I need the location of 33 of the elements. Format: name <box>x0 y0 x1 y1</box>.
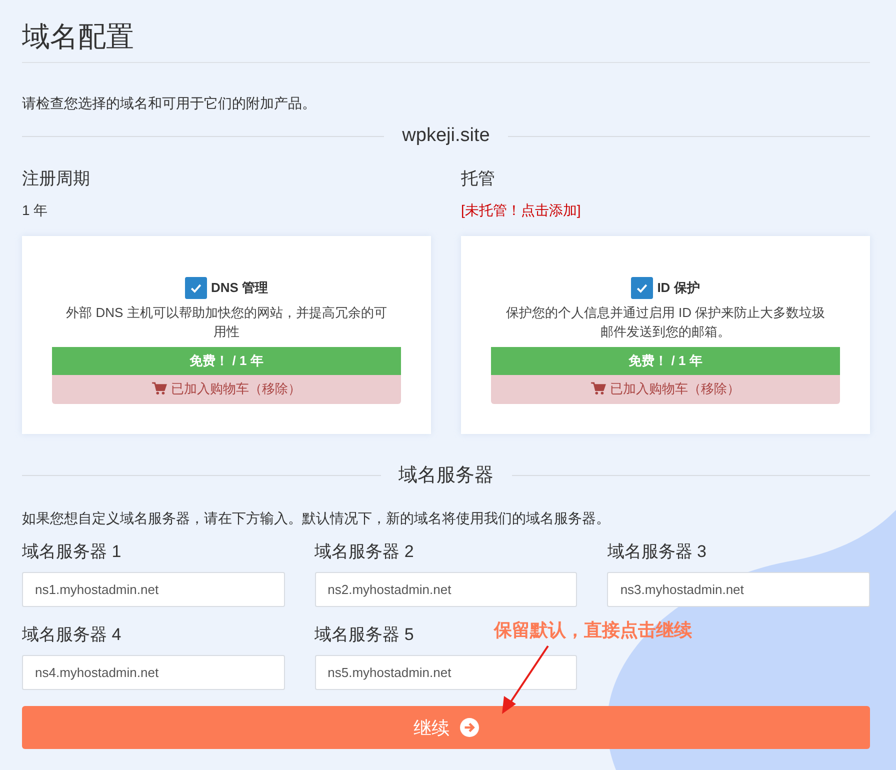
checkbox[interactable] <box>184 276 207 298</box>
price-bar: 免费！ / 1 年 <box>491 346 840 374</box>
registration-value: 1 年 <box>22 202 48 220</box>
remove-from-cart-button[interactable]: 已加入购物车（移除） <box>52 374 401 404</box>
section-heading: 域名服务器 <box>398 464 494 488</box>
domain-name: wpkeji.site <box>402 125 490 147</box>
nameserver-label: 域名服务器 5 <box>314 624 414 646</box>
nameserver-input[interactable]: ns2.myhostadmin.net <box>314 572 578 607</box>
nameserver-description: 如果您想自定义域名服务器，请在下方输入。默认情况下，新的域名将使用我们的域名服务器。 <box>22 510 611 528</box>
page-description: 请检查您选择的域名和可用于它们的附加产品。 <box>22 95 317 113</box>
remove-from-cart-button[interactable]: 已加入购物车（移除） <box>491 374 840 404</box>
price-bar: 免费！ / 1 年 <box>52 346 401 374</box>
nameserver-input[interactable]: ns3.myhostadmin.net <box>607 572 870 607</box>
annotation-text: 保留默认，直接点击继续 <box>494 619 692 642</box>
nameserver-label: 域名服务器 2 <box>314 541 414 563</box>
nameserver-input[interactable]: ns5.myhostadmin.net <box>314 655 578 690</box>
nameserver-label: 域名服务器 3 <box>607 541 707 563</box>
hosting-label: 托管 <box>461 168 495 190</box>
addon-description: 外部 DNS 主机可以帮助加快您的网站，并提高冗余的可用性 <box>65 304 388 340</box>
nameserver-label: 域名服务器 4 <box>22 624 122 646</box>
checkbox[interactable] <box>631 276 654 298</box>
nameserver-input[interactable]: ns1.myhostadmin.net <box>22 572 285 607</box>
cart-icon <box>152 382 167 395</box>
cart-icon <box>591 382 606 395</box>
registration-label: 注册周期 <box>22 168 90 190</box>
page-title: 域名配置 <box>22 18 870 63</box>
arrow-right-icon <box>460 718 478 737</box>
add-hosting-link[interactable]: [未托管！点击添加] <box>461 202 581 220</box>
nameserver-label: 域名服务器 1 <box>22 541 122 563</box>
addon-title: DNS 管理 <box>210 278 268 296</box>
addon-title: ID 保护 <box>657 278 700 296</box>
addon-description: 保护您的个人信息并通过启用 ID 保护来防止大多数垃圾邮件发送到您的邮箱。 <box>504 304 826 340</box>
nameserver-input[interactable]: ns4.myhostadmin.net <box>22 655 285 690</box>
